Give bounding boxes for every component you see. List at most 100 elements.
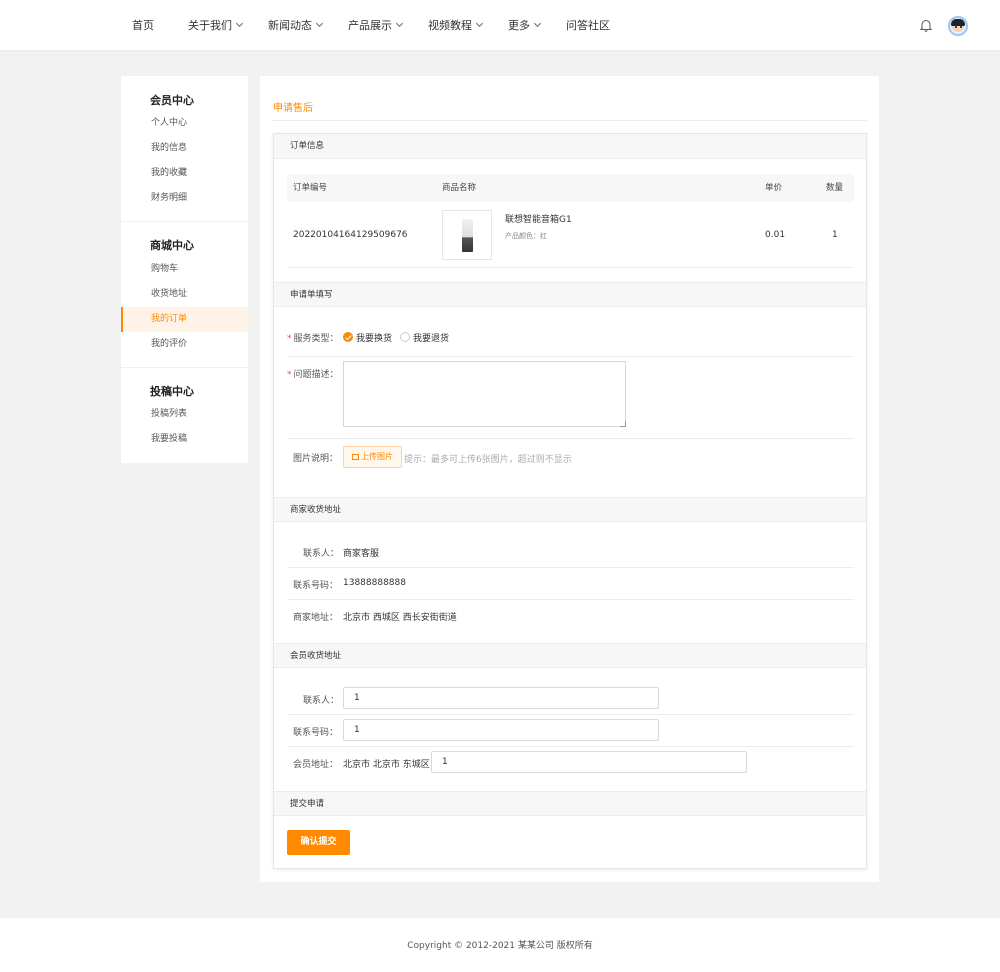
- row-divider: [287, 267, 854, 268]
- member-region[interactable]: 北京市 北京市 东城区: [343, 757, 430, 770]
- product-price: 0.01: [765, 230, 786, 240]
- row-divider: [287, 438, 854, 439]
- order-table-header: 订单编号 商品名称 单价 数量: [287, 174, 854, 202]
- nav-item-videos[interactable]: 视频教程: [426, 17, 484, 33]
- row-divider: [287, 599, 854, 600]
- avatar[interactable]: [948, 16, 968, 36]
- upload-label: 上传图片: [361, 452, 393, 461]
- sidebar-item-my-orders[interactable]: 我的订单: [121, 307, 248, 332]
- section-submit: 提交申请: [274, 791, 866, 816]
- footer: Copyright © 2012-2021 某某公司 版权所有: [0, 918, 1000, 972]
- avatar-eye: [955, 26, 957, 28]
- member-address-input[interactable]: 1: [431, 751, 747, 773]
- after-sales-card: 订单信息 订单编号 商品名称 单价 数量 2022010416412950967…: [273, 133, 867, 869]
- product-attr: 产品颜色：红: [505, 232, 547, 240]
- bell-icon[interactable]: [920, 19, 932, 32]
- product-name[interactable]: 联想智能音箱G1: [505, 212, 572, 225]
- member-contact-input[interactable]: 1: [343, 687, 659, 709]
- sidebar-divider: [121, 367, 248, 368]
- resize-handle[interactable]: [620, 421, 626, 427]
- required-mark: *: [287, 334, 292, 344]
- nav-item-home[interactable]: 首页: [130, 17, 156, 33]
- service-type-text: 服务类型：: [293, 334, 339, 344]
- member-address-label: 会员地址：: [293, 760, 339, 770]
- merchant-address: 北京市 西城区 西长安街街道: [343, 613, 457, 623]
- sidebar-item-cart[interactable]: 购物车: [121, 257, 248, 282]
- avatar-hair: [951, 19, 965, 26]
- option-return-label[interactable]: 我要退货: [413, 331, 449, 344]
- chevron-down-icon: [533, 19, 542, 28]
- upload-image-button[interactable]: 上传图片: [343, 446, 402, 468]
- sidebar-item-reviews[interactable]: 我的评价: [121, 332, 248, 357]
- sidebar-group-title: 投稿中心: [150, 385, 194, 398]
- merchant-phone-label: 联系号码：: [293, 581, 339, 591]
- top-navbar: 首页 关于我们 新闻动态 产品展示 视频教程 更多 问答社区: [0, 0, 1000, 50]
- merchant-contact: 商家客服: [343, 549, 380, 559]
- col-order-no: 订单编号: [293, 183, 328, 193]
- merchant-address-label: 商家地址：: [293, 613, 339, 623]
- copyright-text: Copyright © 2012-2021 某某公司 版权所有: [407, 941, 593, 951]
- service-type-label: * 服务类型：: [287, 331, 339, 344]
- row-divider: [287, 567, 854, 568]
- order-number: 20220104164129509676: [293, 230, 408, 240]
- chevron-down-icon: [395, 19, 404, 28]
- nav-label: 问答社区: [566, 19, 610, 32]
- sidebar-group-title: 会员中心: [150, 94, 194, 107]
- sidebar-item-profile[interactable]: 个人中心: [121, 111, 248, 136]
- description-textarea[interactable]: [343, 361, 626, 427]
- chevron-down-icon: [475, 19, 484, 28]
- nav-label: 首页: [132, 19, 154, 32]
- avatar-eye: [960, 26, 962, 28]
- option-exchange-label[interactable]: 我要换货: [356, 331, 392, 344]
- nav-item-about[interactable]: 关于我们: [186, 17, 244, 33]
- row-divider: [287, 356, 854, 357]
- col-price: 单价: [765, 183, 783, 193]
- nav-label: 新闻动态: [268, 19, 312, 32]
- member-phone-label: 联系号码：: [293, 728, 339, 738]
- product-thumbnail[interactable]: [442, 210, 492, 260]
- confirm-submit-button[interactable]: 确认提交: [287, 830, 350, 855]
- member-phone-input[interactable]: 1: [343, 719, 659, 741]
- sidebar-item-submissions[interactable]: 投稿列表: [121, 402, 248, 427]
- nav-item-more[interactable]: 更多: [506, 17, 542, 33]
- merchant-contact-label: 联系人：: [303, 549, 340, 559]
- radio-return[interactable]: [400, 332, 410, 342]
- radio-exchange[interactable]: [343, 332, 353, 342]
- title-divider: [273, 120, 867, 121]
- chevron-down-icon: [315, 19, 324, 28]
- sidebar-divider: [121, 221, 248, 222]
- sidebar-item-address[interactable]: 收货地址: [121, 282, 248, 307]
- main-panel: 申请售后 订单信息 订单编号 商品名称 单价 数量 20220104164129…: [260, 76, 879, 882]
- sidebar-item-my-info[interactable]: 我的信息: [121, 136, 248, 161]
- sidebar-item-favorites[interactable]: 我的收藏: [121, 161, 248, 186]
- description-text: 问题描述：: [293, 370, 339, 380]
- section-member-address: 会员收货地址: [274, 643, 866, 668]
- nav-label: 视频教程: [428, 19, 472, 32]
- section-application: 申请单填写: [274, 282, 866, 307]
- page-title: 申请售后: [273, 103, 313, 114]
- product-qty: 1: [832, 230, 838, 240]
- sidebar-item-finance[interactable]: 财务明细: [121, 186, 248, 211]
- row-divider: [287, 746, 854, 747]
- product-image: [462, 219, 473, 252]
- nav-label: 更多: [508, 19, 530, 32]
- nav-label: 产品展示: [348, 19, 392, 32]
- upload-hint: 提示：最多可上传6张图片，超过则不显示: [404, 455, 572, 465]
- section-order-info: 订单信息: [274, 134, 866, 159]
- nav-item-products[interactable]: 产品展示: [346, 17, 404, 33]
- description-label: * 问题描述：: [287, 367, 339, 380]
- required-mark: *: [287, 370, 292, 380]
- section-merchant-address: 商家收货地址: [274, 497, 866, 522]
- chevron-down-icon: [235, 19, 244, 28]
- nav-item-news[interactable]: 新闻动态: [266, 17, 324, 33]
- col-product: 商品名称: [442, 183, 477, 193]
- sidebar-group-title: 商城中心: [150, 239, 194, 252]
- nav-item-qa[interactable]: 问答社区: [564, 17, 612, 33]
- image-icon: [352, 454, 359, 460]
- col-qty: 数量: [826, 183, 844, 193]
- sidebar-item-submit-article[interactable]: 我要投稿: [121, 427, 248, 452]
- member-contact-label: 联系人：: [303, 696, 340, 706]
- main-nav: 首页 关于我们 新闻动态 产品展示 视频教程 更多 问答社区: [118, 0, 634, 50]
- image-label: 图片说明：: [293, 454, 339, 464]
- row-divider: [287, 714, 854, 715]
